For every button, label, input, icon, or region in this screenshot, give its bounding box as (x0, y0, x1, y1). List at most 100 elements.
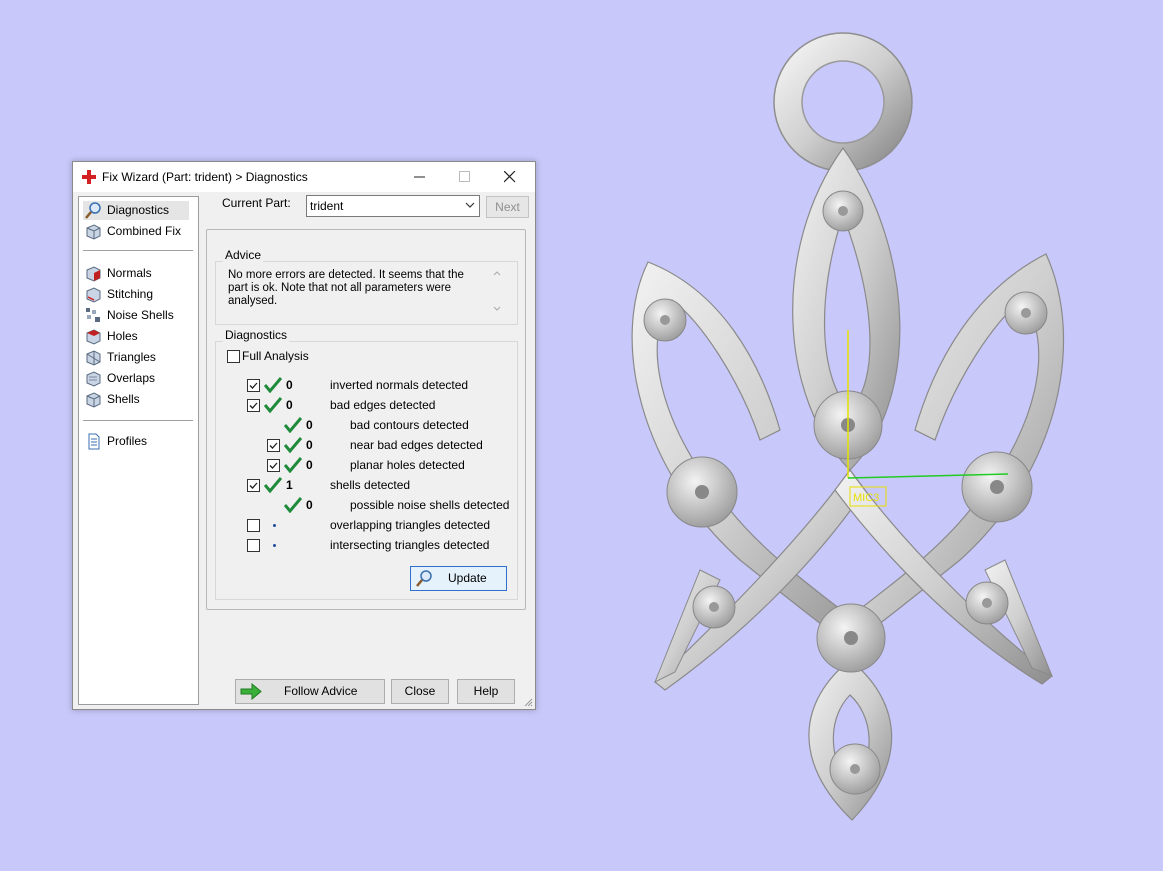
row-label: near bad edges detected (350, 438, 483, 452)
row-checkbox[interactable] (247, 379, 260, 392)
nav-divider (83, 420, 193, 421)
row-label: shells detected (330, 478, 411, 492)
ok-check-icon (264, 397, 282, 413)
triangles-icon (86, 350, 101, 366)
nav-label: Shells (107, 392, 140, 406)
advice-text: No more errors are detected. It seems th… (228, 269, 464, 307)
nav-item-combined-fix[interactable]: Combined Fix (83, 222, 181, 241)
checkmark-icon (249, 482, 258, 489)
advice-title: Advice (223, 248, 264, 262)
magnifier-icon (85, 202, 101, 219)
next-button[interactable]: Next (486, 196, 529, 218)
current-part-select[interactable]: trident (306, 195, 480, 217)
row-label: bad contours detected (350, 418, 469, 432)
row-count: 0 (286, 398, 293, 412)
nav-label: Diagnostics (107, 203, 170, 217)
magnifier-icon (416, 570, 432, 587)
pending-dot-icon (273, 544, 276, 547)
nav-item-overlaps[interactable]: Overlaps (83, 369, 155, 388)
ok-check-icon (284, 417, 302, 433)
row-count: 0 (306, 458, 313, 472)
nav-item-stitching[interactable]: Stitching (83, 285, 153, 304)
ok-check-icon (284, 457, 302, 473)
checkmark-icon (249, 402, 258, 409)
nav-item-noise-shells[interactable]: Noise Shells (83, 306, 174, 325)
row-checkbox[interactable] (247, 539, 260, 552)
checkmark-icon (249, 382, 258, 389)
row-count: 0 (306, 498, 313, 512)
overlaps-icon (86, 371, 101, 387)
close-icon (504, 171, 516, 183)
app-icon (82, 170, 96, 184)
minimize-icon (414, 176, 425, 178)
nav-item-profiles[interactable]: Profiles (83, 432, 147, 451)
checkmark-icon (269, 462, 278, 469)
row-label: possible noise shells detected (350, 498, 510, 512)
noise-shells-icon (86, 308, 100, 322)
row-count: 1 (286, 478, 293, 492)
full-analysis-label: Full Analysis (242, 349, 309, 363)
row-count: 0 (286, 378, 293, 392)
nav-item-holes[interactable]: Holes (83, 327, 138, 346)
title-bar[interactable]: Fix Wizard (Part: trident) > Diagnostics (73, 162, 535, 192)
row-checkbox[interactable] (267, 439, 280, 452)
help-button[interactable]: Help (457, 679, 515, 704)
nav-divider (83, 250, 193, 251)
nav-label: Noise Shells (107, 308, 174, 322)
follow-advice-button[interactable]: Follow Advice (235, 679, 385, 704)
nav-label: Triangles (107, 350, 156, 364)
row-label: overlapping triangles detected (330, 518, 491, 532)
row-label: inverted normals detected (330, 378, 469, 392)
row-checkbox[interactable] (267, 459, 280, 472)
current-part-value: trident (310, 199, 344, 213)
update-button[interactable]: Update (410, 566, 507, 591)
nav-item-shells[interactable]: Shells (83, 390, 140, 409)
row-checkbox[interactable] (247, 519, 260, 532)
cube-icon (86, 224, 101, 240)
document-icon (88, 433, 100, 450)
diagnostics-title: Diagnostics (223, 328, 290, 342)
pending-dot-icon (273, 524, 276, 527)
fix-wizard-dialog: Fix Wizard (Part: trident) > Diagnostics… (72, 161, 536, 710)
close-button[interactable]: Close (391, 679, 449, 704)
nav-item-diagnostics[interactable]: Diagnostics (83, 201, 189, 220)
nav-label: Stitching (107, 287, 154, 301)
update-label: Update (448, 571, 487, 585)
nav-item-triangles[interactable]: Triangles (83, 348, 156, 367)
holes-icon (86, 329, 101, 345)
full-analysis-checkbox[interactable] (227, 350, 240, 363)
nav-label: Combined Fix (107, 224, 182, 238)
follow-advice-label: Follow Advice (284, 684, 358, 698)
scroll-arrows-icon (493, 271, 501, 311)
bottom-loop (808, 659, 893, 821)
nav-label: Profiles (107, 434, 148, 448)
normals-icon (86, 266, 101, 282)
row-count: 0 (306, 418, 313, 432)
axis-label: MIC3 (853, 492, 879, 504)
maximize-icon (459, 171, 470, 182)
row-checkbox[interactable] (247, 399, 260, 412)
maximize-button[interactable] (443, 162, 488, 192)
nav-item-normals[interactable]: Normals (83, 264, 152, 283)
row-checkbox[interactable] (247, 479, 260, 492)
nav-label: Holes (107, 329, 138, 343)
resize-grip-icon[interactable] (523, 697, 533, 707)
window-title: Fix Wizard (Part: trident) > Diagnostics (102, 170, 308, 184)
ok-check-icon (264, 377, 282, 393)
stitching-icon (86, 287, 101, 303)
advice-scrollbar[interactable] (490, 267, 504, 315)
wizard-nav: Diagnostics Combined Fix Normals Stitchi… (78, 196, 199, 705)
checkmark-icon (269, 442, 278, 449)
row-label: intersecting triangles detected (330, 538, 490, 552)
nav-label: Normals (107, 266, 152, 280)
row-label: bad edges detected (330, 398, 436, 412)
chevron-down-icon (465, 202, 475, 208)
nav-label: Overlaps (107, 371, 156, 385)
row-label: planar holes detected (350, 458, 465, 472)
close-window-button[interactable] (488, 162, 533, 192)
ok-check-icon (264, 477, 282, 493)
row-count: 0 (306, 438, 313, 452)
current-part-label: Current Part: (222, 196, 291, 210)
ok-check-icon (284, 497, 302, 513)
minimize-button[interactable] (398, 162, 443, 192)
